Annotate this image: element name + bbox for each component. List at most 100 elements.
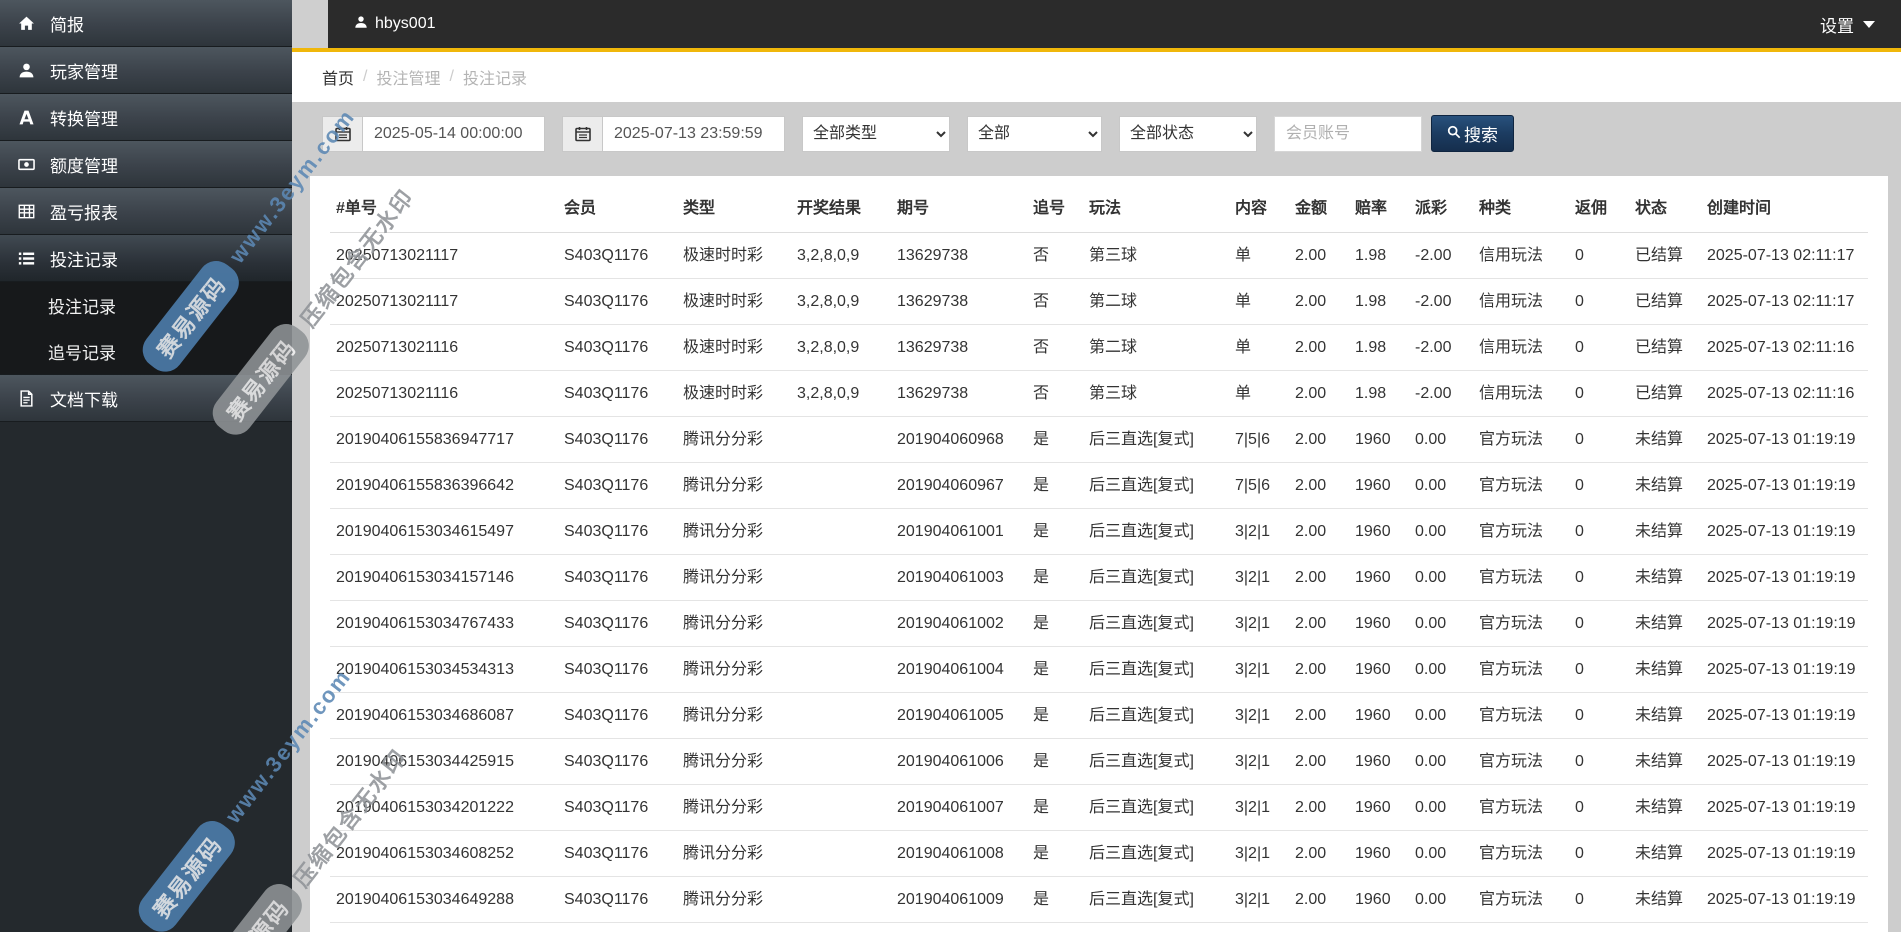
table-cell: 后三直选[复式] xyxy=(1083,876,1229,923)
search-button[interactable]: 搜索 xyxy=(1431,115,1514,152)
credit-icon xyxy=(17,156,36,173)
table-cell: 2025-07-13 01:19:19 xyxy=(1701,784,1868,831)
table-cell: 20190406153034608252 xyxy=(330,830,558,877)
column-header: 开奖结果 xyxy=(791,176,891,233)
table-cell: 3|2|1 xyxy=(1229,876,1289,923)
table-cell: 20190406153034686087 xyxy=(330,692,558,739)
member-account-input[interactable] xyxy=(1274,115,1422,152)
table-cell: 极速时时彩 xyxy=(677,278,791,325)
table-cell: 1960 xyxy=(1349,876,1409,923)
column-header: 赔率 xyxy=(1349,176,1409,233)
date-to-input[interactable] xyxy=(602,115,785,152)
table-cell: 信用玩法 xyxy=(1473,278,1569,325)
column-header: 玩法 xyxy=(1083,176,1229,233)
table-cell xyxy=(791,784,891,831)
sidebar-item-brief[interactable]: 简报 xyxy=(0,0,292,47)
table-cell: 极速时时彩 xyxy=(677,324,791,371)
sidebar-toggle-button[interactable] xyxy=(292,0,328,48)
table-cell: 13629738 xyxy=(891,232,1027,279)
table-cell: 1960 xyxy=(1349,554,1409,601)
table-cell: 0.00 xyxy=(1409,784,1473,831)
table-cell: 第二球 xyxy=(1083,278,1229,325)
table-cell: 官方玩法 xyxy=(1473,830,1569,877)
table-cell: S403Q1176 xyxy=(558,324,677,371)
table-cell: 腾讯分分彩 xyxy=(677,876,791,923)
sidebar-item-label: 文档下载 xyxy=(50,390,118,410)
table-cell: 未结算 xyxy=(1629,508,1701,555)
table-cell: S403Q1176 xyxy=(558,600,677,647)
table-cell: 是 xyxy=(1027,738,1083,785)
table-cell: 1960 xyxy=(1349,646,1409,693)
breadcrumb-current: 投注记录 xyxy=(462,71,527,88)
table-cell: 2025-07-13 01:19:19 xyxy=(1701,554,1868,601)
table-cell: 1960 xyxy=(1349,462,1409,509)
table-cell: 未结算 xyxy=(1629,462,1701,509)
table-cell: 13629738 xyxy=(891,324,1027,371)
table-cell: 第三球 xyxy=(1083,370,1229,417)
table-cell: 201904061003 xyxy=(891,554,1027,601)
table-cell: 1960 xyxy=(1349,784,1409,831)
sidebar-subitem[interactable]: 追号记录 xyxy=(0,328,292,374)
table-cell: 2025-07-13 01:19:19 xyxy=(1701,876,1868,923)
table-cell: 2.00 xyxy=(1289,646,1349,693)
table-cell: 未结算 xyxy=(1629,738,1701,785)
table-cell: 信用玩法 xyxy=(1473,370,1569,417)
type-select[interactable]: 全部类型 xyxy=(802,115,950,152)
table-cell: 腾讯分分彩 xyxy=(677,646,791,693)
table-cell: 后三直选[复式] xyxy=(1083,554,1229,601)
search-button-label: 搜索 xyxy=(1464,126,1498,145)
sidebar-item-bets[interactable]: 投注记录 xyxy=(0,235,292,282)
table-header-row: #单号 会员 类型 开奖结果 期号 追号 玩法 内容 金额 赔率 派彩 种类 返佣 状态 创建时间 xyxy=(330,176,1868,233)
table-cell: 0 xyxy=(1569,508,1629,555)
date-from-input[interactable] xyxy=(362,115,545,152)
table-cell xyxy=(791,416,891,463)
category-select[interactable]: 全部 xyxy=(967,115,1102,152)
filter-bar: 全部类型 全部 全部状态 搜索 xyxy=(322,115,1888,152)
table-cell: 0.00 xyxy=(1409,554,1473,601)
column-header: 金额 xyxy=(1289,176,1349,233)
table-cell: S403Q1176 xyxy=(558,738,677,785)
breadcrumb-home[interactable]: 首页 xyxy=(322,65,354,89)
sidebar-item-label: 转换管理 xyxy=(50,109,118,129)
table-cell: 0 xyxy=(1569,416,1629,463)
table-cell xyxy=(791,830,891,877)
table-cell: 2.00 xyxy=(1289,278,1349,325)
table-cell: 201904061001 xyxy=(891,508,1027,555)
table-cell: S403Q1176 xyxy=(558,554,677,601)
column-header: 状态 xyxy=(1629,176,1701,233)
table-cell: S403Q1176 xyxy=(558,416,677,463)
table-cell: S403Q1176 xyxy=(558,646,677,693)
table-cell: 20190406155836947717 xyxy=(330,416,558,463)
table-cell: 是 xyxy=(1027,416,1083,463)
table-cell: 未结算 xyxy=(1629,600,1701,647)
table-cell: S403Q1176 xyxy=(558,462,677,509)
table-cell: 20250713021116 xyxy=(330,370,558,417)
table-cell: 1960 xyxy=(1349,416,1409,463)
sidebar-submenu-bets: 投注记录 追号记录 xyxy=(0,282,292,375)
table-cell: 官方玩法 xyxy=(1473,416,1569,463)
sidebar-item-players[interactable]: 玩家管理 xyxy=(0,47,292,94)
table-cell: 2025-07-13 01:19:19 xyxy=(1701,646,1868,693)
sidebar-item-report[interactable]: 盈亏报表 xyxy=(0,188,292,235)
table-cell: 3|2|1 xyxy=(1229,692,1289,739)
sidebar-nav: 简报 玩家管理 转换管理 额度管理 盈亏报表 投注记录 投注记录 追号记录 文档下载 xyxy=(0,0,292,422)
column-header: 创建时间 xyxy=(1701,176,1868,233)
column-header: #单号 xyxy=(330,176,558,233)
settings-dropdown[interactable]: 设置 xyxy=(1820,12,1875,37)
username-label: hbys001 xyxy=(375,15,436,32)
table-cell: 腾讯分分彩 xyxy=(677,738,791,785)
table-cell: 0 xyxy=(1569,324,1629,371)
table-cell: 2.00 xyxy=(1289,830,1349,877)
sidebar-item-docs[interactable]: 文档下载 xyxy=(0,375,292,422)
table-cell: 2.00 xyxy=(1289,324,1349,371)
sidebar-subitem[interactable]: 投注记录 xyxy=(0,282,292,328)
status-select[interactable]: 全部状态 xyxy=(1119,115,1257,152)
user-icon xyxy=(17,62,36,79)
table-cell: 13629738 xyxy=(891,278,1027,325)
table-cell: 腾讯分分彩 xyxy=(677,830,791,877)
sidebar-item-credit[interactable]: 额度管理 xyxy=(0,141,292,188)
table-cell: 是 xyxy=(1027,692,1083,739)
sidebar-item-convert[interactable]: 转换管理 xyxy=(0,94,292,141)
table-cell xyxy=(791,738,891,785)
current-user[interactable]: hbys001 xyxy=(354,15,436,34)
